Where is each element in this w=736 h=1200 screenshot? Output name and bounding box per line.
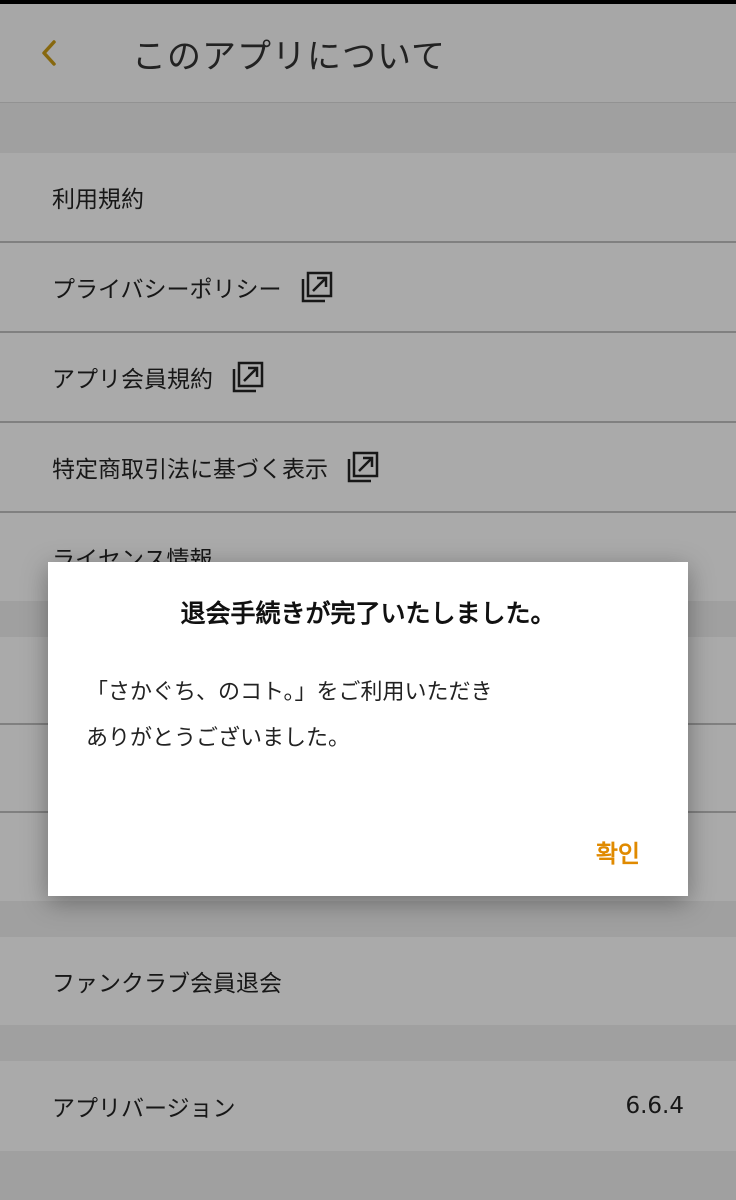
dialog-message-line: ありがとうございました。 <box>86 726 351 751</box>
dialog-message-line: 「さかぐち、のコト。」をご利用いただき <box>86 680 493 705</box>
withdraw-complete-dialog: 退会手続きが完了いたしました。 「さかぐち、のコト。」をご利用いただき ありがと… <box>48 562 688 896</box>
dialog-message: 「さかぐち、のコト。」をご利用いただき ありがとうございました。 <box>86 670 646 762</box>
confirm-button[interactable]: 확인 <box>596 834 640 869</box>
dialog-title: 退会手続きが完了いたしました。 <box>180 599 556 628</box>
